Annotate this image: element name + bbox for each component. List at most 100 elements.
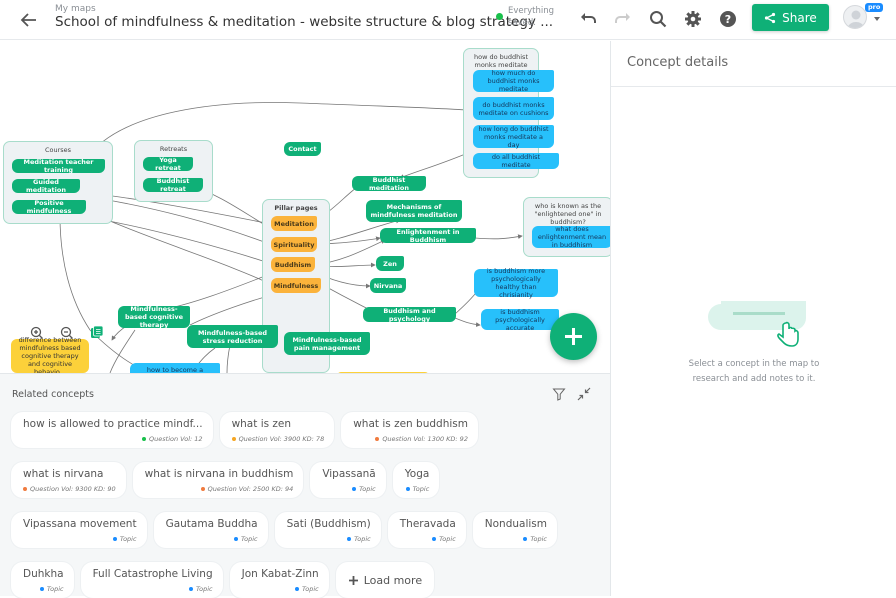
concept-chip[interactable]: what is zen Question Vol: 3900 KD: 78 — [219, 412, 335, 448]
status-dot — [375, 437, 380, 441]
back-arrow-icon[interactable] — [18, 9, 40, 31]
node-meditation[interactable]: Meditation — [271, 216, 317, 231]
chip-label: what is zen — [231, 418, 292, 430]
chip-label: what is nirvana — [23, 468, 104, 480]
node-what-does-enlightenment-mean[interactable]: what does enlightenment mean in buddhism — [532, 225, 610, 249]
edge — [454, 317, 481, 327]
collapse-icon[interactable] — [577, 387, 591, 401]
node-meditation-teacher-training[interactable]: Meditation teacher training — [12, 158, 105, 174]
status-dot — [142, 437, 147, 441]
chip-label: Duhkha — [23, 568, 64, 580]
share-label: Share — [782, 10, 817, 25]
chip-meta: Topic — [354, 535, 371, 543]
node-how-long-monks-meditate[interactable]: how long do buddhist monks meditate a da… — [473, 125, 554, 149]
status-dot — [39, 587, 44, 591]
mind-map-canvas[interactable]: Courses Retreats Pillar pages how do bud… — [0, 41, 610, 373]
node-difference-mbct-cbt[interactable]: difference between mindfulness based cog… — [11, 336, 89, 373]
concept-chip[interactable]: Vipassana movement Topic — [11, 512, 147, 548]
user-avatar[interactable] — [843, 5, 867, 29]
node-buddhism[interactable]: Buddhism — [271, 257, 315, 272]
notes-toggle-icon[interactable] — [90, 325, 104, 339]
chip-meta: Question Vol: 1300 KD: 92 — [382, 435, 468, 443]
zoom-out-icon[interactable] — [60, 326, 74, 340]
concept-chip[interactable]: what is zen buddhism Question Vol: 1300 K… — [341, 412, 478, 448]
node-mbsr[interactable]: Mindfulness-based stress reduction — [187, 325, 278, 348]
node-mechanisms-mindfulness-meditation[interactable]: Mechanisms of mindfulness meditation — [366, 200, 462, 222]
plus-icon — [348, 575, 358, 585]
chip-meta: Topic — [439, 535, 456, 543]
node-yoga-retreat[interactable]: Yoga retreat — [143, 156, 193, 172]
chip-label: Sati (Buddhism) — [286, 518, 371, 530]
status-dot — [231, 437, 236, 441]
add-concept-button[interactable] — [550, 313, 597, 360]
help-icon[interactable]: ? — [717, 8, 739, 30]
concept-chip[interactable]: how is allowed to practice mindf... Quest… — [11, 412, 213, 448]
node-spirituality[interactable]: Spirituality — [271, 237, 317, 252]
share-button[interactable]: Share — [752, 4, 829, 31]
status-dot — [405, 487, 410, 491]
chip-label: Theravada — [399, 518, 456, 530]
concept-chip[interactable]: Yoga Topic — [392, 462, 440, 498]
zoom-in-icon[interactable] — [30, 326, 44, 340]
chip-meta: Topic — [302, 585, 319, 593]
load-more-button[interactable]: Load more — [335, 562, 435, 598]
node-mbct[interactable]: Mindfulness-based cognitive therapy — [118, 305, 190, 329]
chip-meta: Question Vol: 3900 KD: 78 — [238, 435, 325, 443]
concept-chip[interactable]: Sati (Buddhism) Topic — [274, 512, 381, 548]
node-how-to-become[interactable]: how to become a — [130, 363, 220, 373]
chip-meta: Topic — [530, 535, 548, 543]
status-dot — [347, 537, 352, 541]
status-dot — [295, 587, 300, 591]
node-buddhist-meditation[interactable]: Buddhist meditation — [352, 176, 426, 192]
node-monks-cushions[interactable]: do buddhist monks meditate on cushions — [473, 97, 554, 120]
undo-icon[interactable] — [577, 8, 599, 30]
svg-text:?: ? — [725, 13, 731, 26]
chip-label: Yoga — [404, 468, 430, 480]
load-more-label: Load more — [363, 573, 423, 587]
node-mbpm[interactable]: Mindfulness-based pain management — [284, 332, 370, 355]
avatar-icon — [847, 10, 865, 28]
chip-meta: Topic — [412, 485, 430, 493]
status-dot — [188, 587, 193, 591]
gear-icon[interactable] — [682, 8, 704, 30]
group-label: Retreats — [159, 145, 188, 153]
node-nirvana[interactable]: Nirvana — [370, 278, 406, 293]
node-zen[interactable]: Zen — [376, 256, 404, 271]
node-how-much-monks-meditate[interactable]: how much do buddhist monks meditate — [473, 69, 554, 93]
concept-chip[interactable]: Duhkha Topic — [11, 562, 74, 598]
concept-chip[interactable]: Jon Kabat-Zinn Topic — [229, 562, 329, 598]
node-positive-mindfulness[interactable]: Positive mindfulness — [12, 199, 86, 215]
concept-chip[interactable]: what is nirvana Question Vol: 9300 KD: 90 — [11, 462, 126, 498]
concept-chip[interactable]: Gautama Buddha Topic — [153, 512, 268, 548]
filter-icon[interactable] — [552, 387, 566, 401]
concept-details-panel: Concept details Select a concept in the … — [610, 41, 896, 596]
account-menu-caret[interactable] — [874, 17, 880, 21]
node-do-all-buddhist-meditate[interactable]: do all buddhist meditate — [473, 153, 559, 169]
search-icon[interactable] — [647, 8, 669, 30]
status-dot — [523, 537, 528, 541]
node-buddhism-psychologically-accurate[interactable]: is buddhism psychologically accurate — [481, 308, 559, 332]
concept-chip[interactable]: Theravada Topic — [387, 512, 466, 548]
chip-label: Vipassana movement — [23, 518, 137, 530]
concept-chip[interactable]: Nondualism Topic — [472, 512, 558, 548]
node-enlightenment-in-buddhism[interactable]: Enlightenment in Buddhism — [380, 228, 476, 244]
breadcrumb-my-maps[interactable]: My maps — [55, 4, 96, 14]
concept-chip[interactable]: Full Catastrophe Living Topic — [80, 562, 223, 598]
top-bar: My maps School of mindfulness & meditati… — [0, 0, 896, 40]
node-buddhism-and-psychology[interactable]: Buddhism and psychology — [363, 307, 456, 323]
redo-icon[interactable] — [612, 8, 634, 30]
chip-meta: Topic — [359, 485, 376, 493]
node-mindfulness[interactable]: Mindfulness — [271, 278, 321, 293]
node-contact[interactable]: Contact — [284, 142, 321, 156]
node-guided-meditation[interactable]: Guided meditation — [12, 178, 80, 194]
concept-chip[interactable]: Vipassanā Topic — [310, 462, 386, 498]
node-buddhist-retreat[interactable]: Buddhist retreat — [143, 177, 203, 193]
chip-label: what is nirvana in buddhism — [144, 468, 294, 480]
map-title[interactable]: School of mindfulness & meditation - web… — [55, 14, 553, 30]
saved-status-dot — [496, 13, 503, 20]
edge — [79, 214, 276, 266]
edge — [226, 344, 231, 373]
node-buddhism-healthier-than-christianity[interactable]: is buddhism more psychologically healthy… — [474, 267, 558, 299]
status-dot — [200, 487, 205, 491]
concept-chip[interactable]: what is nirvana in buddhism Question Vol:… — [132, 462, 304, 498]
